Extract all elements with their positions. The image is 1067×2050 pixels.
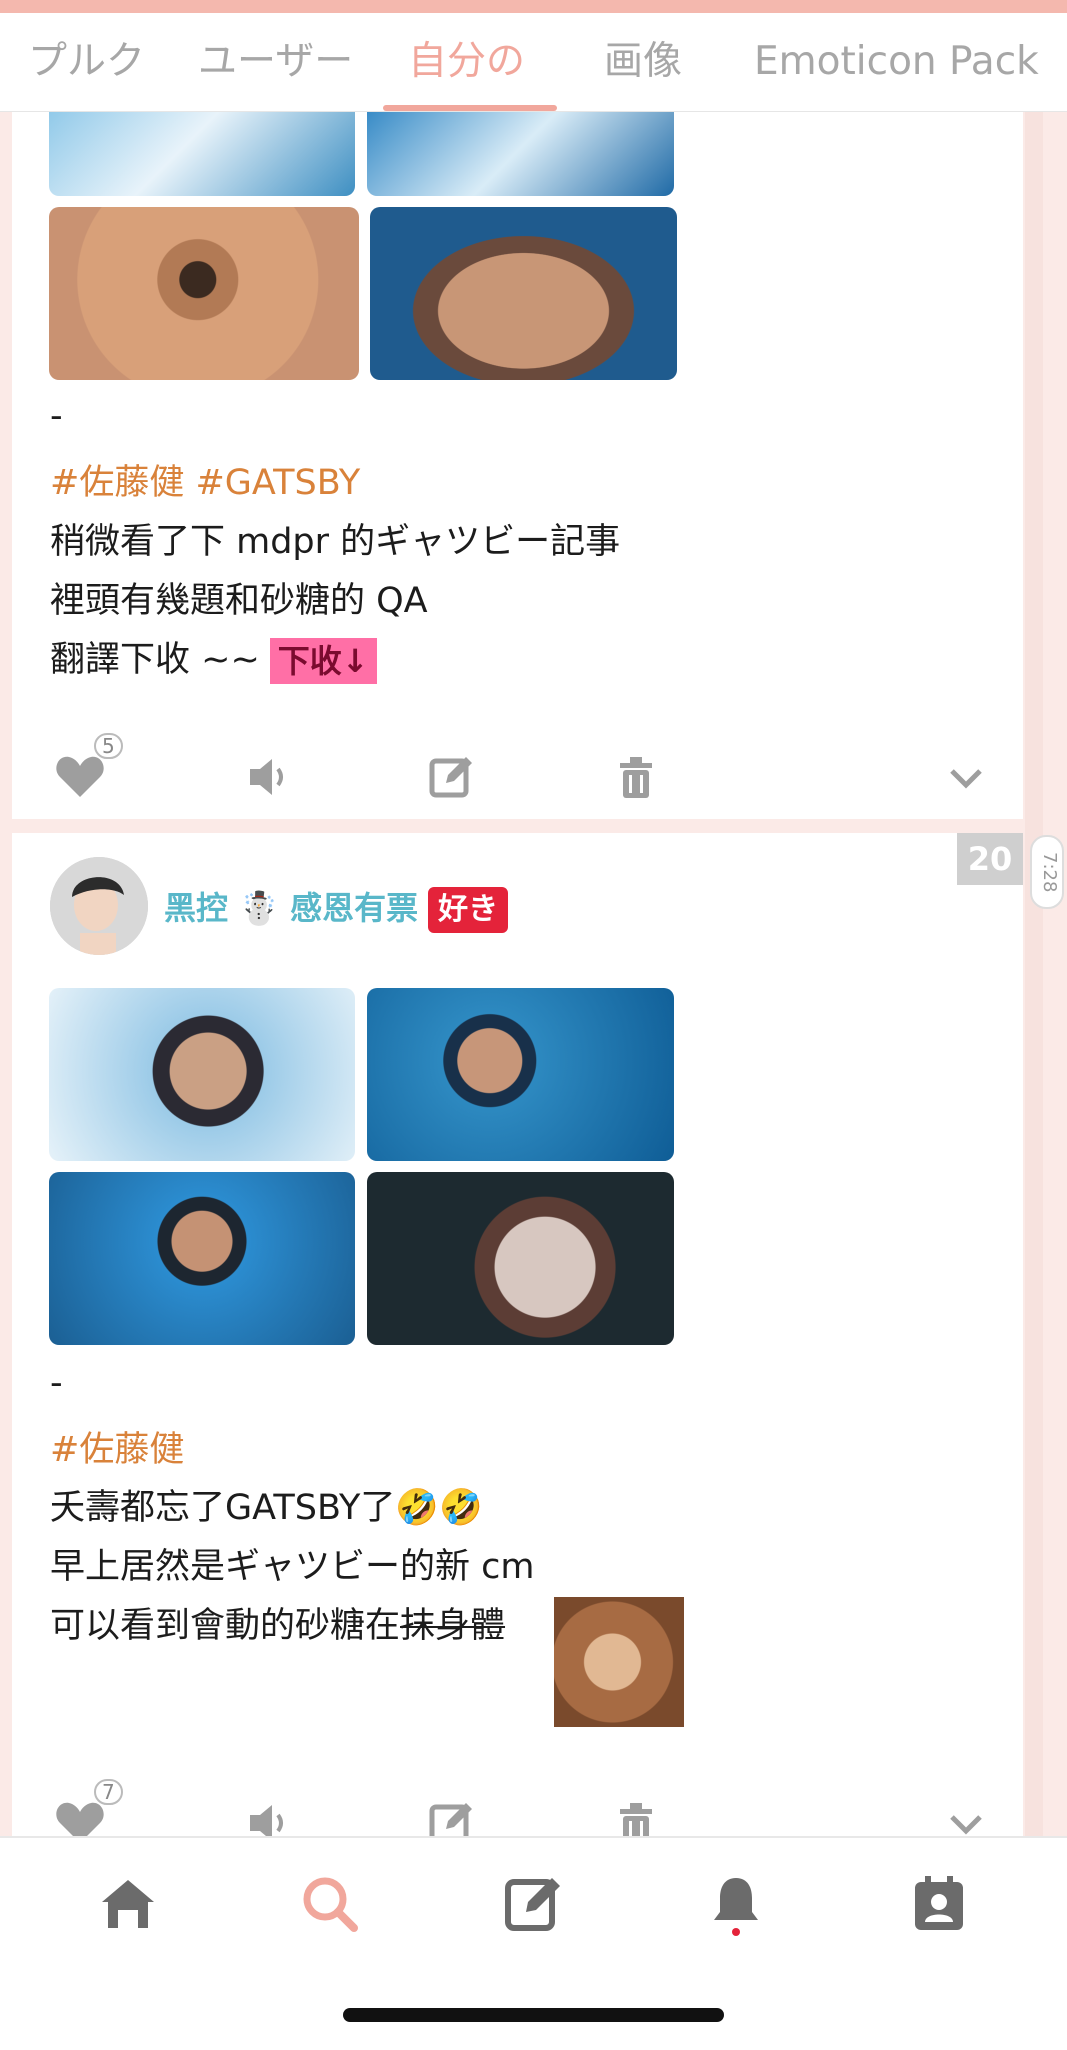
like-button[interactable]: 5 <box>50 733 123 807</box>
nav-home[interactable] <box>96 1872 160 1936</box>
more-button[interactable] <box>936 1793 996 1836</box>
time-label: 7:28 <box>1030 835 1064 909</box>
post-text-strike: 抹身體 <box>400 1606 506 1646</box>
post-text-line: 翻譯下收 ~~ <box>50 640 260 680</box>
post-photo[interactable] <box>49 207 359 380</box>
like-count: 5 <box>94 733 123 759</box>
edit-icon <box>429 757 472 798</box>
chevron-down-icon <box>950 769 982 789</box>
edit-button[interactable] <box>422 747 482 807</box>
delete-button[interactable] <box>606 1793 666 1836</box>
post-text-line: 裡頭有幾題和砂糖的 QA <box>50 581 428 621</box>
highlight-sticker: 下收↓ <box>269 638 377 684</box>
like-count: 7 <box>94 1779 123 1805</box>
number-badge: 20 <box>957 833 1023 885</box>
post-photo[interactable] <box>367 111 674 196</box>
post-text-plain: 可以看到會動的砂糖在 <box>50 1606 401 1646</box>
tab-users[interactable]: ユーザー <box>198 13 353 111</box>
post-hashtags[interactable]: #佐藤健 #GATSBY <box>50 454 360 505</box>
post-divider: - <box>50 1363 63 1403</box>
trash-icon <box>620 1803 652 1836</box>
scroll-rail[interactable] <box>1025 111 1043 1836</box>
post-card-1: - #佐藤健 #GATSBY 稍微看了下 mdpr 的ギャツビー記事 裡頭有幾題… <box>12 111 1023 819</box>
home-icon <box>102 1880 154 1928</box>
post-photo[interactable] <box>370 207 677 380</box>
trash-icon <box>620 757 652 798</box>
post-hashtags[interactable]: #佐藤健 <box>50 1421 184 1472</box>
username-row[interactable]: 黑控 ☃️ 感恩有票 好き <box>164 883 509 933</box>
speaker-button[interactable] <box>238 747 298 807</box>
nav-compose[interactable] <box>502 1872 566 1936</box>
status-badge: 好き <box>428 887 509 933</box>
tab-emoticon-pack[interactable]: Emoticon Pack <box>754 13 1039 111</box>
speaker-icon <box>250 1805 283 1836</box>
home-indicator[interactable] <box>343 2008 724 2022</box>
post-divider: - <box>50 396 63 436</box>
nav-notifications[interactable] <box>704 1872 768 1936</box>
post-photo[interactable] <box>49 988 355 1161</box>
tab-mine[interactable]: 自分の <box>408 13 525 111</box>
tab-images[interactable]: 画像 <box>604 13 682 111</box>
post-actions: 7 <box>12 1779 1023 1836</box>
chevron-down-icon <box>950 1815 982 1835</box>
status-strip <box>0 0 1067 13</box>
like-button[interactable]: 7 <box>50 1779 123 1836</box>
bell-icon <box>714 1878 758 1936</box>
post-text-line: 翻譯下收 ~~ 下收↓ <box>50 631 377 684</box>
speaker-icon <box>250 759 283 795</box>
post-photo[interactable] <box>367 988 674 1161</box>
active-tab-indicator <box>383 105 557 111</box>
post-actions: 5 <box>12 733 1023 817</box>
post-photo[interactable] <box>49 111 355 196</box>
avatar[interactable] <box>50 857 148 955</box>
nav-search[interactable] <box>298 1872 362 1936</box>
contacts-icon <box>915 1876 963 1930</box>
tab-bar: プルク ユーザー 自分の 画像 Emoticon Pack <box>0 13 1067 112</box>
nav-contacts[interactable] <box>907 1872 971 1936</box>
edit-button[interactable] <box>422 1793 482 1836</box>
post-text-line: 早上居然是ギャツビー的新 cm <box>50 1547 535 1587</box>
post-photo[interactable] <box>367 1172 674 1345</box>
post-text-line: 夭壽都忘了GATSBY了🤣🤣 <box>50 1488 483 1528</box>
username[interactable]: 黑控 ☃️ 感恩有票 <box>164 889 418 927</box>
post-text-line: 稍微看了下 mdpr 的ギャツビー記事 <box>50 522 621 562</box>
sticker-image[interactable] <box>554 1597 684 1727</box>
search-icon <box>303 1877 358 1932</box>
tab-pulk[interactable]: プルク <box>28 13 145 111</box>
compose-icon <box>505 1878 560 1931</box>
post-text-line: 可以看到會動的砂糖在抹身體 <box>50 1597 505 1648</box>
delete-button[interactable] <box>606 747 666 807</box>
post-card-2: 20 黑控 ☃️ 感恩有票 好き - #佐藤健 夭壽都忘了GATSBY了🤣🤣 早上… <box>12 833 1023 1836</box>
feed[interactable]: - #佐藤健 #GATSBY 稍微看了下 mdpr 的ギャツビー記事 裡頭有幾題… <box>0 111 1067 1836</box>
edit-icon <box>429 1803 472 1836</box>
speaker-button[interactable] <box>238 1793 298 1836</box>
more-button[interactable] <box>936 747 996 807</box>
post-photo[interactable] <box>49 1172 355 1345</box>
